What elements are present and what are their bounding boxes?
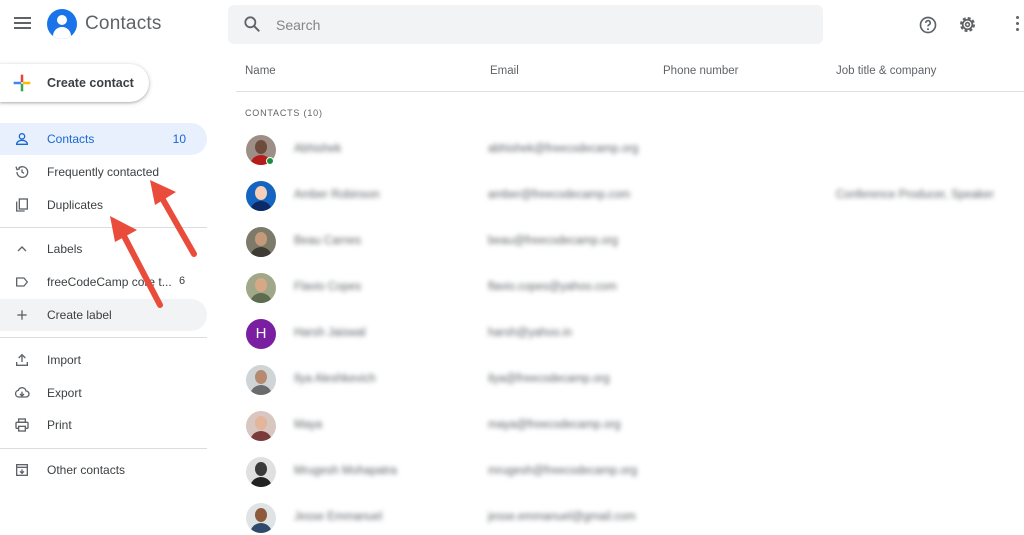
upload-icon (16, 353, 28, 366)
create-contact-label: Create contact (47, 76, 134, 90)
sidebar-divider (0, 448, 207, 449)
sidebar-item-duplicates[interactable]: Duplicates (0, 189, 207, 221)
add-icon (17, 310, 27, 320)
create-contact-button[interactable]: Create contact (0, 64, 149, 102)
avatar (246, 457, 276, 487)
column-header-phone[interactable]: Phone number (663, 65, 738, 77)
avatar (246, 365, 276, 395)
table-row[interactable]: Mrugesh Mohapatra mrugesh@freecodecamp.o… (236, 451, 1024, 497)
sidebar-item-label: Other contacts (47, 463, 126, 477)
app-header: Contacts (0, 0, 1024, 52)
sidebar-item-other-contacts[interactable]: Other contacts (0, 454, 207, 486)
chevron-up-icon (17, 246, 27, 252)
history-icon (15, 166, 29, 178)
avatar (246, 273, 276, 303)
sidebar-divider (0, 337, 207, 338)
gear-icon[interactable] (957, 14, 978, 35)
sidebar-item-label: Duplicates (47, 198, 104, 212)
online-status-dot (266, 157, 274, 165)
archive-icon (16, 464, 28, 476)
app-title[interactable]: Contacts (85, 13, 162, 35)
section-label: CONTACTS (10) (245, 108, 323, 118)
labels-header-label: Labels (47, 242, 83, 256)
sidebar-item-label: freeCodeCamp core t... (47, 275, 171, 289)
sidebar-item-print[interactable]: Print (0, 409, 207, 441)
avatar (246, 503, 276, 533)
table-row[interactable]: Jesse Emmanuel jesse.emmanuel@gmail.com (236, 497, 1024, 535)
sidebar-item-export[interactable]: Export (0, 377, 207, 409)
column-header-email[interactable]: Email (490, 65, 519, 77)
column-header-name[interactable]: Name (245, 65, 276, 77)
plus-icon (13, 74, 31, 92)
printer-icon (15, 418, 29, 432)
header-divider (236, 91, 1024, 92)
table-row[interactable]: Beau Carnes beau@freecodecamp.org (236, 221, 1024, 267)
avatar: H (246, 319, 276, 349)
sidebar-item-label: Print (47, 418, 72, 432)
contacts-logo-icon[interactable] (47, 9, 77, 39)
contact-name: Jesse Emmanuel (294, 511, 383, 523)
table-row[interactable]: Flavio Copes flavio.copes@yahoo.com (236, 267, 1024, 313)
labels-header[interactable]: Labels (0, 233, 207, 265)
contact-name: Maya (294, 419, 323, 431)
sidebar-item-label: Export (47, 386, 82, 400)
sidebar-item-label: Import (47, 353, 82, 367)
contact-name: Abhishek (294, 143, 342, 155)
contact-email: ilya@freecodecamp.org (488, 373, 610, 385)
sidebar-divider (0, 227, 207, 228)
contact-job: Conference Producer, Speaker (836, 189, 994, 201)
create-label-label: Create label (47, 308, 112, 322)
contact-name: Beau Carnes (294, 235, 362, 247)
table-row[interactable]: Amber Robinson amber@freecodecamp.com Co… (236, 175, 1024, 221)
contacts-count: 10 (172, 132, 186, 146)
label-icon (16, 277, 28, 287)
contact-email: amber@freecodecamp.com (488, 189, 631, 201)
label-count: 6 (179, 275, 186, 287)
sidebar-item-import[interactable]: Import (0, 344, 207, 376)
contact-name: Harsh Jaiswal (294, 327, 366, 339)
contact-name: Amber Robinson (294, 189, 380, 201)
contact-name: Mrugesh Mohapatra (294, 465, 397, 477)
contact-email: harsh@yahoo.in (488, 327, 572, 339)
copy-icon (16, 198, 28, 212)
more-vert-icon[interactable] (1015, 15, 1021, 35)
contact-email: beau@freecodecamp.org (488, 235, 618, 247)
column-header-job[interactable]: Job title & company (836, 65, 936, 77)
avatar (246, 181, 276, 211)
contact-email: jesse.emmanuel@gmail.com (488, 511, 636, 523)
contact-name: Flavio Copes (294, 281, 362, 293)
avatar (246, 227, 276, 257)
table-row[interactable]: Abhishek abhishek@freecodecamp.org (236, 129, 1024, 175)
contact-email: abhishek@freecodecamp.org (488, 143, 639, 155)
sidebar-item-label: Contacts (47, 132, 95, 146)
create-label-button[interactable]: Create label (0, 299, 207, 331)
contact-name: Ilya Aleshkevich (294, 373, 376, 385)
contact-email: flavio.copes@yahoo.com (488, 281, 617, 293)
table-row[interactable]: Ilya Aleshkevich ilya@freecodecamp.org (236, 359, 1024, 405)
table-row[interactable]: Maya maya@freecodecamp.org (236, 405, 1024, 451)
cloud-download-icon (14, 387, 30, 398)
help-icon[interactable] (918, 15, 938, 35)
sidebar-item-label-freecodecamp[interactable]: freeCodeCamp core t... 6 (0, 266, 207, 298)
sidebar-item-label: Frequently contacted (47, 165, 160, 179)
avatar (246, 411, 276, 441)
search-input[interactable] (276, 5, 806, 44)
search-bar[interactable] (228, 5, 823, 44)
table-row[interactable]: H Harsh Jaiswal harsh@yahoo.in (236, 313, 1024, 359)
avatar-initial: H (255, 325, 267, 342)
contact-email: maya@freecodecamp.org (488, 419, 621, 431)
hamburger-menu-icon[interactable] (12, 14, 34, 36)
contact-email: mrugesh@freecodecamp.org (488, 465, 638, 477)
sidebar-item-contacts[interactable]: Contacts 10 (0, 123, 207, 155)
person-icon (15, 133, 29, 145)
sidebar-item-frequently-contacted[interactable]: Frequently contacted (0, 156, 207, 188)
search-icon[interactable] (242, 14, 262, 34)
